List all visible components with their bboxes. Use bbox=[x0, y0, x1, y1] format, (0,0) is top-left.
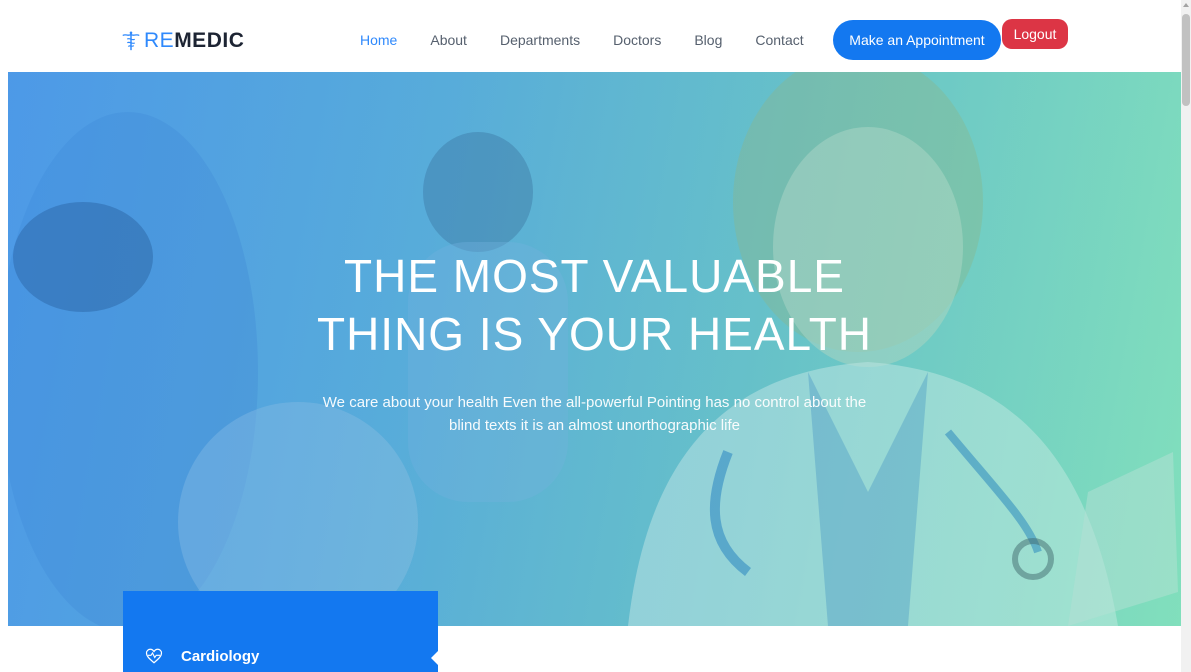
nav-about-link[interactable]: About bbox=[430, 33, 467, 47]
hero-subtitle: We care about your health Even the all-p… bbox=[8, 391, 1181, 438]
hero-title: THE MOST VALUABLE THING IS YOUR HEALTH bbox=[8, 248, 1181, 363]
brand-name: MEDIC bbox=[174, 29, 245, 52]
nav-home-link[interactable]: Home bbox=[360, 33, 397, 47]
nav-doctors-link[interactable]: Doctors bbox=[613, 33, 661, 47]
heart-pulse-icon bbox=[145, 648, 163, 664]
main-nav: Home About Departments Doctors Blog Cont… bbox=[360, 0, 804, 80]
nav-departments-link[interactable]: Departments bbox=[500, 33, 580, 47]
page: RE MEDIC Home About Departments Doctors B… bbox=[0, 0, 1191, 672]
navbar: RE MEDIC Home About Departments Doctors B… bbox=[0, 0, 1181, 72]
caduceus-icon bbox=[122, 31, 140, 51]
make-appointment-button[interactable]: Make an Appointment bbox=[833, 20, 1001, 60]
hero-banner: THE MOST VALUABLE THING IS YOUR HEALTH W… bbox=[8, 72, 1181, 626]
hero-title-line-1: THE MOST VALUABLE bbox=[344, 250, 845, 302]
hero-subtitle-line-1: We care about your health Even the all-p… bbox=[322, 394, 867, 411]
vertical-scrollbar[interactable] bbox=[1181, 0, 1191, 672]
department-label: Cardiology bbox=[181, 647, 260, 665]
logout-button[interactable]: Logout bbox=[1002, 19, 1068, 49]
nav-contact-link[interactable]: Contact bbox=[755, 33, 803, 47]
departments-card: Cardiology bbox=[123, 591, 438, 672]
brand-logo[interactable]: RE MEDIC bbox=[120, 29, 244, 53]
scrollbar-thumb[interactable] bbox=[1182, 14, 1190, 106]
department-item-cardiology[interactable]: Cardiology bbox=[145, 647, 259, 665]
brand-prefix: RE bbox=[144, 29, 175, 52]
hero-subtitle-line-2: blind texts it is an almost unorthograph… bbox=[449, 417, 740, 435]
scroll-up-arrow-icon[interactable] bbox=[1183, 3, 1189, 7]
hero-title-line-2: THING IS YOUR HEALTH bbox=[316, 307, 873, 360]
nav-blog-link[interactable]: Blog bbox=[694, 33, 722, 47]
